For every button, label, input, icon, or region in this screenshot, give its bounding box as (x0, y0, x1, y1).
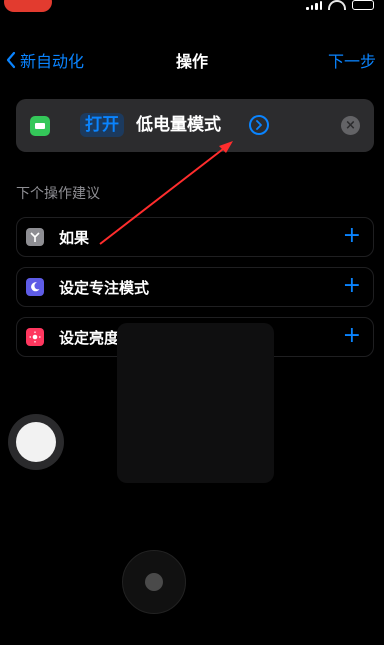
suggestion-item-if[interactable]: 如果 + (16, 217, 374, 257)
suggestions-section-title: 下个操作建议 (16, 186, 100, 202)
action-verb-token[interactable]: 打开 (80, 113, 124, 137)
suggestion-label: 如果 (59, 229, 90, 247)
action-card[interactable]: 打开 低电量模式 × (16, 99, 374, 152)
page-title: 操作 (175, 52, 208, 71)
background-overlay-panel (117, 323, 274, 483)
status-bar (0, 0, 384, 20)
suggestion-item-focus[interactable]: 设定专注模式 + (16, 267, 374, 307)
suggestion-label: 设定亮度 (59, 329, 120, 347)
cellular-signal-icon (306, 0, 322, 10)
chevron-right-circle-icon[interactable] (249, 115, 269, 135)
remove-action-button[interactable]: × (341, 116, 360, 135)
add-suggestion-button[interactable]: + (343, 273, 361, 298)
action-parameter[interactable]: 低电量模式 (136, 113, 221, 137)
add-suggestion-button[interactable]: + (343, 223, 361, 248)
dpad-control[interactable] (122, 550, 186, 614)
battery-status-icon (352, 0, 374, 10)
wifi-icon (328, 0, 346, 10)
battery-icon (30, 116, 50, 136)
status-icons (306, 0, 374, 10)
add-suggestion-button[interactable]: + (343, 323, 361, 348)
navigation-bar: 新自动化 操作 下一步 (0, 48, 384, 76)
next-button[interactable]: 下一步 (328, 48, 376, 72)
branch-icon (26, 228, 44, 246)
status-time-pill (4, 0, 52, 12)
assistive-touch-button[interactable] (8, 414, 64, 470)
suggestion-label: 设定专注模式 (59, 279, 150, 297)
sun-icon (26, 328, 44, 346)
moon-icon (26, 278, 44, 296)
